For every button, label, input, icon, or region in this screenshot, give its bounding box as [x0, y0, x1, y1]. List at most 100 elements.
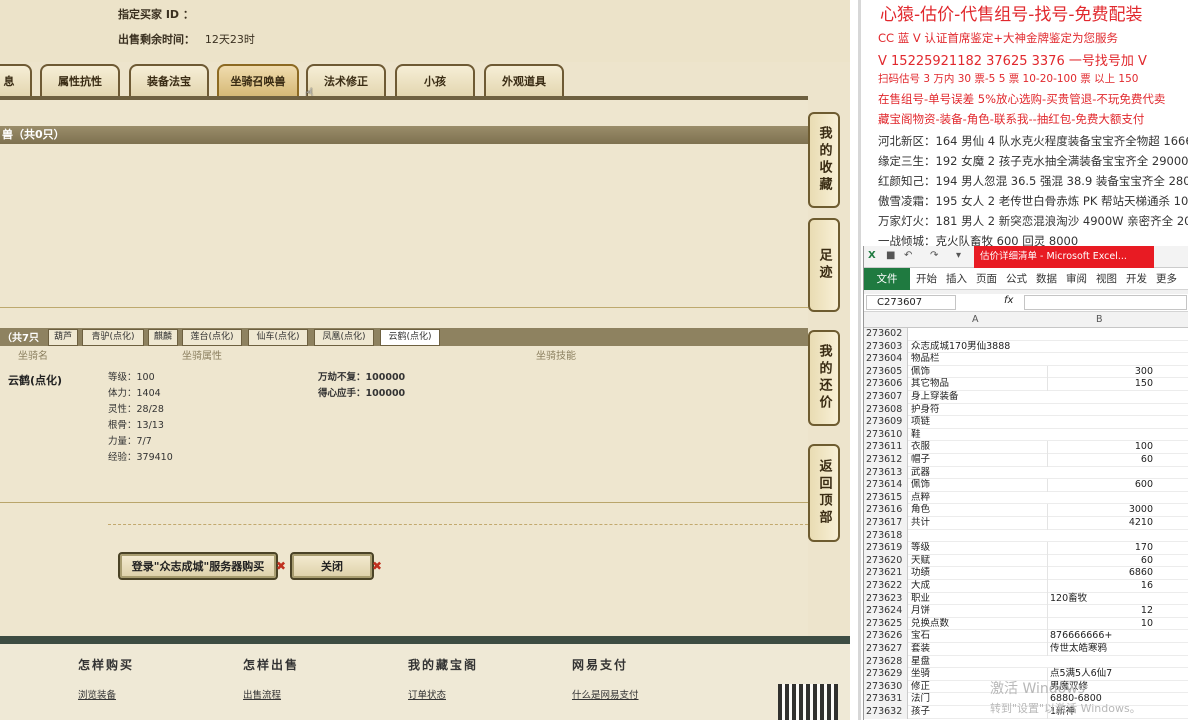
- sheet-row[interactable]: 273622 大成 16: [864, 580, 1188, 593]
- sheet-row[interactable]: 273612 帽子 60: [864, 454, 1188, 467]
- tab-equipment[interactable]: 装备法宝: [129, 64, 209, 96]
- row-number[interactable]: 273611: [864, 441, 908, 454]
- cell-a[interactable]: 鞋: [911, 429, 1047, 442]
- mount-tab-1[interactable]: 葫芦: [48, 329, 78, 346]
- row-number[interactable]: 273629: [864, 668, 908, 681]
- row-number[interactable]: 273604: [864, 353, 908, 366]
- row-number[interactable]: 273603: [864, 340, 908, 354]
- cell-b[interactable]: 876666666+: [1047, 630, 1157, 643]
- cell-b[interactable]: 10: [1047, 617, 1157, 631]
- cell-b[interactable]: 600: [1047, 479, 1157, 492]
- cell-b[interactable]: 170: [1047, 542, 1157, 555]
- ribbon-tab-home[interactable]: 开始: [916, 271, 937, 286]
- sheet-row[interactable]: 273625 兑换点数 10: [864, 617, 1188, 631]
- sheet-row[interactable]: 273609 项链: [864, 416, 1188, 429]
- sheet-row[interactable]: 273619 等级 170: [864, 542, 1188, 555]
- sheet-row[interactable]: 273605 佩饰 300: [864, 365, 1188, 379]
- ribbon-tab-file[interactable]: 文件: [864, 268, 910, 290]
- sheet-row[interactable]: 273618: [864, 529, 1188, 543]
- column-header-b[interactable]: B: [1096, 314, 1103, 325]
- sheet-row[interactable]: 273617 共计 4210: [864, 517, 1188, 530]
- row-number[interactable]: 273618: [864, 529, 908, 543]
- row-number[interactable]: 273609: [864, 416, 908, 429]
- side-tab-back-to-top[interactable]: 返回顶部: [808, 444, 840, 542]
- formula-input[interactable]: [1024, 295, 1187, 310]
- cell-a[interactable]: 等级: [911, 542, 1047, 555]
- row-number[interactable]: 273632: [864, 706, 908, 719]
- sheet-row[interactable]: 273614 佩饰 600: [864, 479, 1188, 492]
- close-button[interactable]: 关闭 ✖: [290, 552, 382, 580]
- row-number[interactable]: 273624: [864, 605, 908, 618]
- sheet-row[interactable]: 273628 星盘: [864, 655, 1188, 669]
- sheet-row[interactable]: 273615 点粹: [864, 491, 1188, 505]
- name-box[interactable]: C273607: [866, 295, 956, 310]
- row-number[interactable]: 273614: [864, 479, 908, 492]
- mount-tab-2[interactable]: 青驴(点化): [82, 329, 144, 346]
- ribbon-tab-layout[interactable]: 页面: [976, 271, 997, 286]
- cell-a[interactable]: 武器: [911, 467, 1047, 480]
- row-number[interactable]: 273622: [864, 580, 908, 593]
- login-buy-button[interactable]: 登录"众志成城"服务器购买 ✖: [118, 552, 286, 580]
- row-number[interactable]: 273606: [864, 378, 908, 391]
- sheet-row[interactable]: 273603 众志成城170男仙3888: [864, 340, 1188, 354]
- sheet-row[interactable]: 273607 身上穿装备: [864, 391, 1188, 404]
- cell-a[interactable]: 护身符: [911, 404, 1047, 417]
- sheet-row[interactable]: 273623 职业 120畜牧: [864, 592, 1188, 606]
- row-number[interactable]: 273605: [864, 365, 908, 379]
- cell-a[interactable]: 佩饰: [911, 366, 1047, 379]
- mount-tab-7[interactable]: 云鹤(点化): [380, 329, 440, 346]
- cell-a[interactable]: 月饼: [911, 605, 1047, 618]
- row-number[interactable]: 273626: [864, 630, 908, 643]
- footer-link[interactable]: 什么是网易支付: [572, 687, 639, 701]
- mount-tab-6[interactable]: 凤凰(点化): [314, 329, 374, 346]
- ribbon-tab-data[interactable]: 数据: [1036, 271, 1057, 286]
- cell-b[interactable]: 120畜牧: [1047, 592, 1157, 606]
- side-tab-my-offers[interactable]: 我的还价: [808, 330, 840, 426]
- sheet-row[interactable]: 273602: [864, 328, 1188, 341]
- cell-b[interactable]: 60: [1047, 554, 1157, 568]
- row-number[interactable]: 273620: [864, 554, 908, 568]
- cell-b[interactable]: 3000: [1047, 504, 1157, 517]
- side-tab-favorites[interactable]: 我的收藏: [808, 112, 840, 208]
- row-number[interactable]: 273612: [864, 454, 908, 467]
- cell-a[interactable]: 帽子: [911, 454, 1047, 467]
- cell-a[interactable]: 身上穿装备: [911, 391, 1047, 404]
- sheet-row[interactable]: 273606 其它物品 150: [864, 378, 1188, 391]
- sheet-row[interactable]: 273626 宝石 876666666+: [864, 630, 1188, 643]
- cell-b[interactable]: 4210: [1047, 517, 1157, 530]
- cell-a[interactable]: 大成: [911, 580, 1047, 593]
- mount-tab-5[interactable]: 仙车(点化): [248, 329, 308, 346]
- mount-tab-3[interactable]: 麒麟: [148, 329, 178, 346]
- cell-a[interactable]: 项链: [911, 416, 1047, 429]
- cell-a[interactable]: 兑换点数: [911, 618, 1047, 631]
- cell-a[interactable]: 功绩: [911, 567, 1047, 580]
- sheet-row[interactable]: 273613 武器: [864, 466, 1188, 480]
- cell-a[interactable]: 宝石: [911, 630, 1047, 643]
- ribbon-tab-view[interactable]: 视图: [1096, 271, 1117, 286]
- cell-a[interactable]: 点粹: [911, 492, 1047, 505]
- tab-info[interactable]: 息: [0, 64, 32, 96]
- cell-a[interactable]: 天赋: [911, 555, 1047, 568]
- tab-spells[interactable]: 法术修正: [306, 64, 386, 96]
- customize-icon[interactable]: ▾: [956, 250, 968, 262]
- row-number[interactable]: 273602: [864, 328, 908, 341]
- cell-b[interactable]: 6860: [1047, 567, 1157, 580]
- ribbon-tab-review[interactable]: 审阅: [1066, 271, 1087, 286]
- sheet-row[interactable]: 273627 套装 传世太皓寒鸦: [864, 643, 1188, 656]
- undo-icon[interactable]: ↶: [904, 250, 916, 262]
- sheet-row[interactable]: 273620 天赋 60: [864, 554, 1188, 568]
- column-header-a[interactable]: A: [972, 314, 979, 325]
- cell-a[interactable]: 众志成城170男仙3888: [911, 341, 1047, 354]
- cell-b[interactable]: 60: [1047, 454, 1157, 467]
- row-number[interactable]: 273607: [864, 391, 908, 404]
- row-number[interactable]: 273616: [864, 504, 908, 517]
- sheet-row[interactable]: 273604 物品栏: [864, 353, 1188, 366]
- cell-a[interactable]: 职业: [911, 593, 1047, 606]
- cell-b[interactable]: 传世太皓寒鸦: [1047, 643, 1157, 656]
- cell-a[interactable]: 衣服: [911, 441, 1047, 454]
- ribbon-tab-more[interactable]: 更多: [1156, 271, 1177, 286]
- ribbon-tab-formulas[interactable]: 公式: [1006, 271, 1027, 286]
- footer-link[interactable]: 订单状态: [408, 687, 478, 701]
- tab-attributes[interactable]: 属性抗性: [40, 64, 120, 96]
- side-tab-history[interactable]: 足迹: [808, 218, 840, 312]
